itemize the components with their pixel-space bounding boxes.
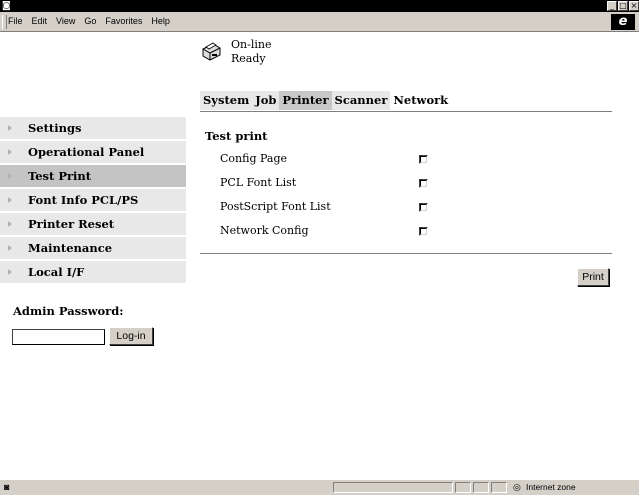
option-label: Network Config	[220, 224, 309, 237]
pcl-font-list-checkbox[interactable]	[419, 179, 428, 188]
status-segment	[455, 482, 471, 493]
option-label: Config Page	[220, 152, 288, 165]
menu-edit[interactable]: Edit	[32, 16, 48, 26]
minimize-button[interactable]: _	[607, 1, 617, 11]
security-zone-label: Internet zone	[526, 482, 576, 492]
option-network-config: Network Config	[220, 224, 440, 242]
arrow-right-icon	[8, 269, 12, 275]
arrow-right-icon	[8, 221, 12, 227]
page-icon: ◙	[4, 482, 10, 492]
close-button[interactable]: ×	[629, 1, 639, 11]
content-divider	[200, 253, 612, 255]
arrow-right-icon	[8, 173, 12, 179]
tab-system[interactable]: System	[200, 91, 253, 110]
section-title: Test print	[205, 129, 268, 143]
sidebar-item-label: Test Print	[28, 169, 92, 183]
sidebar-item-label: Local I/F	[28, 265, 85, 279]
sidebar-item-label: Settings	[28, 121, 82, 135]
arrow-right-icon	[8, 149, 12, 155]
option-pcl-font-list: PCL Font List	[220, 176, 440, 194]
option-config-page: Config Page	[220, 152, 440, 170]
status-segment	[473, 482, 489, 493]
option-postscript-font-list: PostScript Font List	[220, 200, 440, 218]
menu-help[interactable]: Help	[151, 16, 170, 26]
menu-bar: File Edit View Go Favorites Help e	[0, 12, 639, 32]
tab-printer[interactable]: Printer	[279, 91, 332, 110]
arrow-right-icon	[8, 197, 12, 203]
printer-icon	[202, 42, 221, 61]
print-button[interactable]: Print	[577, 268, 609, 286]
sidebar-item-printer-reset[interactable]: Printer Reset	[0, 213, 186, 235]
admin-password-input[interactable]	[12, 329, 105, 345]
sidebar-item-label: Font Info PCL/PS	[28, 193, 139, 207]
app-icon: ◙	[2, 1, 11, 11]
config-page-checkbox[interactable]	[419, 155, 428, 164]
maximize-button[interactable]: □	[618, 1, 628, 11]
browser-logo-icon: e	[611, 14, 635, 30]
sidebar-item-settings[interactable]: Settings	[0, 117, 186, 139]
tab-job[interactable]: Job	[252, 91, 280, 110]
arrow-right-icon	[8, 125, 12, 131]
option-label: PCL Font List	[220, 176, 297, 189]
status-segment	[491, 482, 507, 493]
tab-network[interactable]: Network	[390, 91, 452, 110]
sidebar-item-label: Maintenance	[28, 241, 113, 255]
sidebar-item-maintenance[interactable]: Maintenance	[0, 237, 186, 259]
sidebar: Settings Operational Panel Test Print Fo…	[0, 117, 186, 285]
printer-status: On-line Ready	[200, 36, 400, 86]
status-bar: ◙ ◎ Internet zone	[0, 479, 639, 495]
window-controls: _ □ ×	[607, 1, 639, 11]
arrow-right-icon	[8, 245, 12, 251]
menu-grip	[2, 15, 7, 29]
status-ready: Ready	[231, 52, 266, 65]
sidebar-item-local-if[interactable]: Local I/F	[0, 261, 186, 283]
sidebar-item-label: Printer Reset	[28, 217, 115, 231]
menu-favorites[interactable]: Favorites	[105, 16, 142, 26]
postscript-font-list-checkbox[interactable]	[419, 203, 428, 212]
sidebar-item-test-print[interactable]: Test Print	[0, 165, 186, 187]
title-bar: ◙ _ □ ×	[0, 0, 639, 12]
tab-scanner[interactable]: Scanner	[331, 91, 391, 110]
tabs-divider	[200, 111, 612, 113]
option-label: PostScript Font List	[220, 200, 331, 213]
tab-bar: System Job Printer Scanner Network	[200, 91, 452, 110]
menu-go[interactable]: Go	[84, 16, 96, 26]
admin-password-label: Admin Password:	[13, 304, 124, 318]
menu-view[interactable]: View	[56, 16, 75, 26]
sidebar-item-font-info[interactable]: Font Info PCL/PS	[0, 189, 186, 211]
login-button[interactable]: Log-in	[109, 327, 153, 345]
network-config-checkbox[interactable]	[419, 227, 428, 236]
globe-icon: ◎	[513, 482, 521, 492]
menu-file[interactable]: File	[8, 16, 23, 26]
status-online: On-line	[231, 38, 272, 51]
sidebar-item-label: Operational Panel	[28, 145, 145, 159]
sidebar-item-operational-panel[interactable]: Operational Panel	[0, 141, 186, 163]
status-segment	[333, 482, 453, 493]
